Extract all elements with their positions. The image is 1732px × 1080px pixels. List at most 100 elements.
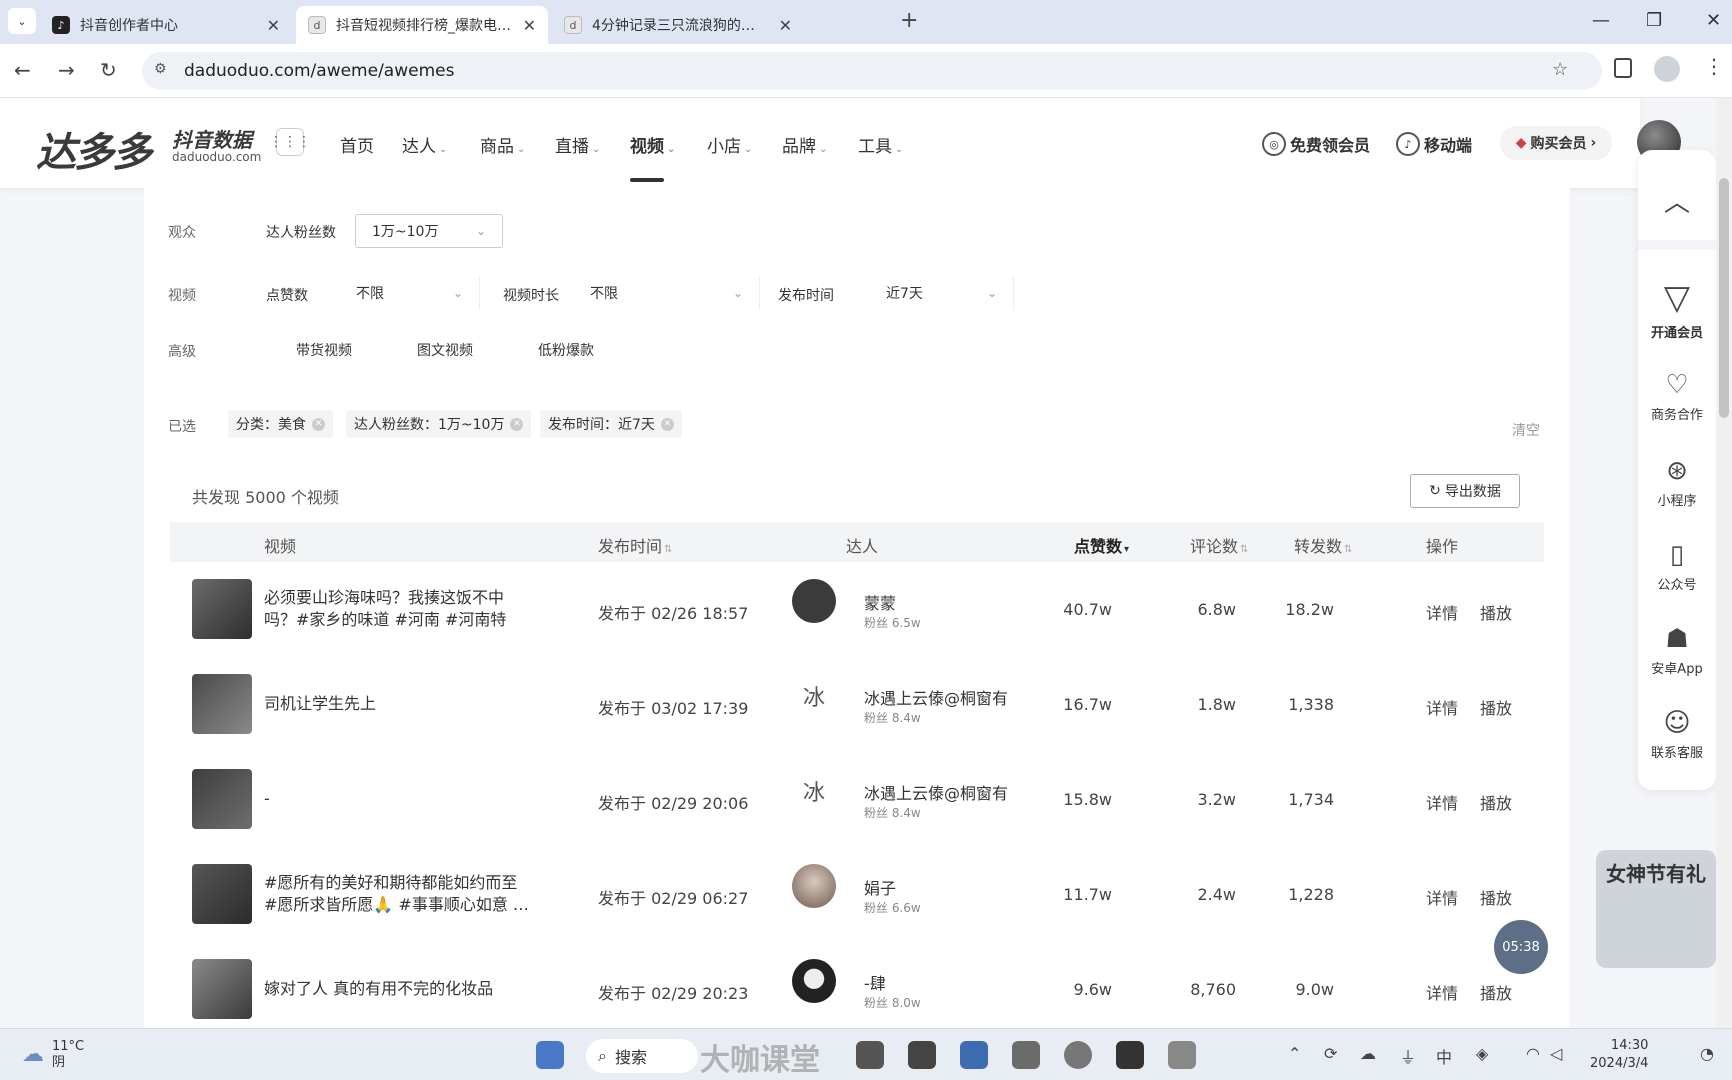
fans-select[interactable]: 1万~10万 ⌄ bbox=[355, 214, 503, 248]
buy-vip-button[interactable]: ◆ 购买会员 › bbox=[1500, 126, 1612, 160]
publish-select[interactable]: 近7天 ⌄ bbox=[870, 276, 1014, 310]
col-shares[interactable]: 转发数 ⇅ bbox=[1294, 533, 1352, 557]
author-avatar[interactable]: 冰 bbox=[792, 769, 836, 813]
detail-link[interactable]: 详情 bbox=[1426, 885, 1458, 909]
video-thumbnail[interactable] bbox=[192, 769, 252, 829]
promo-banner[interactable]: 女神节有礼 bbox=[1596, 850, 1716, 968]
video-title[interactable]: 必须要山珍海味吗？我揍这饭不中吗？#家乡的味道 #河南 #河南特色… bbox=[264, 587, 534, 631]
col-comments[interactable]: 评论数 ⇅ bbox=[1190, 533, 1248, 557]
video-thumbnail[interactable] bbox=[192, 674, 252, 734]
sync-icon[interactable]: ⟳ bbox=[1324, 1044, 1337, 1063]
windows-start-icon[interactable] bbox=[536, 1041, 564, 1069]
video-thumbnail[interactable] bbox=[192, 864, 252, 924]
table-row[interactable]: - 发布于 02/29 20:06 冰 冰遇上云傣@桐窗有 粉丝 8.4w 15… bbox=[170, 752, 1544, 847]
tab-video-ranking[interactable]: d 抖音短视频排行榜_爆款电商带 ✕ bbox=[296, 6, 548, 44]
url-field[interactable]: ⚙ daduoduo.com/aweme/awemes ☆ bbox=[142, 52, 1602, 90]
menu-icon[interactable]: ⋮ bbox=[1704, 54, 1724, 78]
nav-shop[interactable]: 小店 ⌄ bbox=[707, 132, 752, 157]
profile-icon[interactable] bbox=[1654, 56, 1680, 82]
app-icon[interactable] bbox=[1116, 1041, 1144, 1069]
system-clock[interactable]: 14:30 2024/3/4 bbox=[1590, 1037, 1648, 1073]
file-explorer-icon[interactable] bbox=[856, 1041, 884, 1069]
table-row[interactable]: 必须要山珍海味吗？我揍这饭不中吗？#家乡的味道 #河南 #河南特色… 发布于 0… bbox=[170, 562, 1544, 657]
nav-home[interactable]: 首页 bbox=[340, 132, 374, 157]
author-name[interactable]: 冰遇上云傣@桐窗有 bbox=[864, 780, 1008, 804]
play-link[interactable]: 播放 bbox=[1480, 790, 1512, 814]
detail-link[interactable]: 详情 bbox=[1426, 790, 1458, 814]
app-icon[interactable] bbox=[960, 1041, 988, 1069]
play-link[interactable]: 播放 bbox=[1480, 980, 1512, 1004]
folder-icon[interactable] bbox=[1012, 1041, 1040, 1069]
close-icon[interactable]: ✕ bbox=[779, 16, 792, 35]
forward-button[interactable]: → bbox=[58, 58, 75, 82]
close-icon[interactable]: ✕ bbox=[523, 16, 536, 35]
remove-icon[interactable]: ✕ bbox=[510, 417, 524, 431]
nav-video[interactable]: 视频 ⌄ bbox=[630, 132, 675, 157]
sidebar-item-support[interactable]: ☺ 联系客服 bbox=[1638, 708, 1716, 761]
table-row[interactable]: 司机让学生先上 发布于 03/02 17:39 冰 冰遇上云傣@桐窗有 粉丝 8… bbox=[170, 657, 1544, 752]
chip-fans[interactable]: 达人粉丝数：1万~10万 ✕ bbox=[346, 410, 532, 438]
detail-link[interactable]: 详情 bbox=[1426, 695, 1458, 719]
video-thumbnail[interactable] bbox=[192, 579, 252, 639]
video-thumbnail[interactable] bbox=[192, 959, 252, 1019]
col-likes[interactable]: 点赞数 ▾ bbox=[1074, 533, 1129, 557]
cloud-icon[interactable]: ☁ bbox=[1360, 1044, 1376, 1063]
author-avatar[interactable]: 冰 bbox=[792, 674, 836, 718]
detail-link[interactable]: 详情 bbox=[1426, 980, 1458, 1004]
play-link[interactable]: 播放 bbox=[1480, 600, 1512, 624]
video-title[interactable]: 司机让学生先上 bbox=[264, 693, 534, 715]
detail-link[interactable]: 详情 bbox=[1426, 600, 1458, 624]
close-icon[interactable]: ✕ bbox=[267, 16, 280, 35]
video-title[interactable]: 嫁对了人 真的有用不完的化妆品 bbox=[264, 978, 534, 1000]
author-name[interactable]: -肆 bbox=[864, 970, 886, 994]
video-title[interactable]: - bbox=[264, 788, 534, 810]
clear-filters-link[interactable]: 清空 bbox=[1512, 420, 1540, 440]
apps-grid-icon[interactable]: ⋮⋮⋮ bbox=[269, 128, 311, 156]
nav-live[interactable]: 直播 ⌄ bbox=[555, 132, 600, 157]
back-to-top-button[interactable]: ︿ bbox=[1638, 182, 1716, 223]
option-low-fans-hit[interactable]: 低粉爆款 bbox=[538, 340, 594, 360]
scrollbar-thumb[interactable] bbox=[1719, 178, 1729, 418]
app-icon[interactable] bbox=[1168, 1041, 1196, 1069]
nav-product[interactable]: 商品 ⌄ bbox=[480, 132, 525, 157]
notification-bell-icon[interactable]: ◔ bbox=[1700, 1044, 1714, 1063]
author-name[interactable]: 娟子 bbox=[864, 875, 896, 899]
site-info-icon[interactable]: ⚙ bbox=[154, 61, 167, 77]
nav-brand[interactable]: 品牌 ⌄ bbox=[782, 132, 827, 157]
chrome-icon[interactable] bbox=[1064, 1041, 1092, 1069]
chevron-up-icon[interactable]: ⌃ bbox=[1288, 1044, 1301, 1063]
close-window-button[interactable]: ✕ bbox=[1706, 10, 1721, 31]
remove-icon[interactable]: ✕ bbox=[660, 417, 674, 431]
volume-icon[interactable]: ◁ bbox=[1550, 1044, 1562, 1063]
tab-creator-center[interactable]: ♪ 抖音创作者中心 ✕ bbox=[40, 6, 292, 44]
sidebar-item-android[interactable]: ☗ 安卓App bbox=[1638, 624, 1716, 677]
new-tab-button[interactable]: + bbox=[900, 8, 918, 33]
restore-button[interactable]: ❐ bbox=[1646, 10, 1662, 31]
chip-category[interactable]: 分类：美食 ✕ bbox=[228, 410, 333, 438]
remove-icon[interactable]: ✕ bbox=[312, 417, 325, 431]
sidebar-item-vip[interactable]: ▽ 开通会员 bbox=[1638, 278, 1716, 341]
site-logo[interactable]: 达多多 bbox=[36, 120, 152, 178]
wifi-icon[interactable]: ◠ bbox=[1526, 1044, 1540, 1063]
ime-indicator[interactable]: 中 bbox=[1436, 1044, 1452, 1068]
sidebar-item-business[interactable]: ♡ 商务合作 bbox=[1638, 370, 1716, 423]
weather-widget[interactable]: ☁ 11°C 阴 bbox=[22, 1039, 84, 1071]
play-link[interactable]: 播放 bbox=[1480, 885, 1512, 909]
likes-select[interactable]: 不限 ⌄ bbox=[340, 276, 480, 310]
duration-select[interactable]: 不限 ⌄ bbox=[574, 276, 760, 310]
app-tray-icon[interactable]: ◈ bbox=[1476, 1044, 1488, 1063]
nav-influencer[interactable]: 达人 ⌄ bbox=[402, 132, 447, 157]
play-link[interactable]: 播放 bbox=[1480, 695, 1512, 719]
sidebar-item-miniprogram[interactable]: ⊛ 小程序 bbox=[1638, 456, 1716, 509]
nav-tools[interactable]: 工具 ⌄ bbox=[858, 132, 903, 157]
free-vip-link[interactable]: ◎ 免费领会员 bbox=[1262, 132, 1370, 156]
author-avatar[interactable] bbox=[792, 579, 836, 623]
export-data-button[interactable]: ↻ 导出数据 bbox=[1410, 474, 1520, 508]
sidepanel-icon[interactable] bbox=[1614, 58, 1632, 78]
chat-app-icon[interactable] bbox=[908, 1041, 936, 1069]
option-selling-video[interactable]: 带货视频 bbox=[296, 340, 352, 360]
microphone-icon[interactable]: ⏚ bbox=[1400, 1044, 1416, 1068]
table-row[interactable]: #愿所有的美好和期待都能如约而至 #愿所求皆所愿🙏 #事事顺心如意 … 发布于 … bbox=[170, 847, 1544, 942]
back-button[interactable]: ← bbox=[14, 58, 31, 82]
col-publish-time[interactable]: 发布时间 ⇅ bbox=[598, 533, 672, 557]
